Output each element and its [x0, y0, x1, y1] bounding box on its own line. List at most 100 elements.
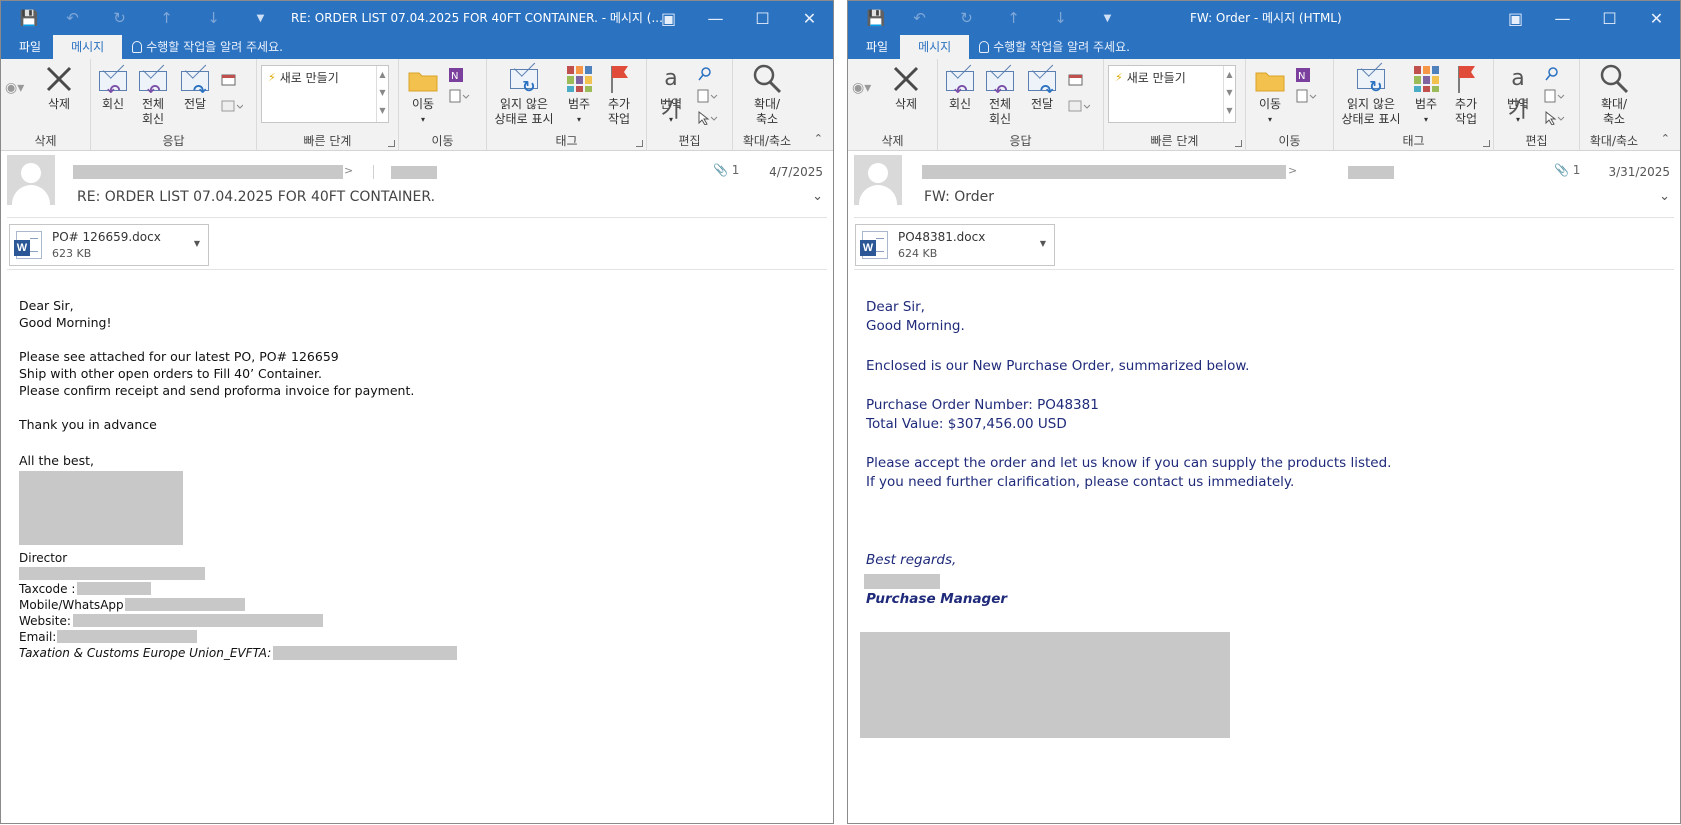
- quick-steps-gallery[interactable]: ⚡ 새로 만들기 ▲ ▼ ▼: [261, 65, 389, 123]
- onenote-icon[interactable]: N: [1296, 67, 1312, 82]
- maximize-button[interactable]: ☐: [1586, 1, 1633, 35]
- move-label: 이동: [411, 97, 435, 111]
- group-label-respond: 응답: [162, 134, 185, 148]
- related-icon[interactable]: [697, 89, 718, 103]
- attachment-item[interactable]: W PO# 126659.docx 623 KB ▼: [9, 224, 209, 266]
- collapse-ribbon-icon[interactable]: ⌃: [1661, 131, 1670, 146]
- more-respond-icon[interactable]: [221, 99, 244, 113]
- forward-icon: ↷: [179, 63, 211, 99]
- previous-item-icon[interactable]: ↑: [990, 1, 1037, 35]
- undo-icon[interactable]: ↶: [896, 1, 943, 35]
- group-label-editing: 편집: [1525, 134, 1548, 148]
- recipient-redacted: [391, 166, 437, 179]
- quick-step-new[interactable]: ⚡ 새로 만들기: [1109, 66, 1235, 89]
- translate-button[interactable]: a가 번역 ▾: [1500, 63, 1536, 127]
- save-icon[interactable]: 💾: [856, 1, 896, 35]
- actions-icon[interactable]: [449, 89, 470, 103]
- delete-button[interactable]: 삭제: [39, 63, 79, 112]
- forward-button[interactable]: ↷ 전달: [175, 63, 215, 112]
- attachment-item[interactable]: W PO48381.docx 624 KB ▼: [855, 224, 1055, 266]
- quick-steps-gallery[interactable]: ⚡ 새로 만들기 ▲ ▼ ▼: [1108, 65, 1236, 123]
- customize-qat-icon[interactable]: ▼: [237, 1, 284, 35]
- undo-icon[interactable]: ↶: [49, 1, 96, 35]
- follow-up-label-1: 추가: [607, 97, 631, 111]
- expand-header-icon[interactable]: ⌄: [1659, 189, 1670, 204]
- zoom-button[interactable]: 확대/ 축소: [745, 63, 789, 127]
- redo-icon[interactable]: ↻: [96, 1, 143, 35]
- attachment-name: PO# 126659.docx: [52, 230, 161, 244]
- attachment-count-value: 1: [1572, 163, 1581, 177]
- tell-me-box[interactable]: 수행할 작업을 알려 주세요.: [979, 35, 1130, 59]
- next-item-icon[interactable]: ↓: [1037, 1, 1084, 35]
- signature-taxcode-label: Taxcode :: [19, 582, 76, 596]
- select-icon[interactable]: [1544, 110, 1565, 126]
- tab-file[interactable]: 파일: [7, 35, 53, 59]
- reply-all-button[interactable]: ↶ 전체 회신: [980, 63, 1020, 127]
- quick-steps-launcher-icon[interactable]: [1235, 140, 1242, 147]
- expand-header-icon[interactable]: ⌄: [812, 189, 823, 204]
- more-respond-icon[interactable]: [1068, 99, 1091, 113]
- forward-button[interactable]: ↷ 전달: [1022, 63, 1062, 112]
- meeting-icon[interactable]: [1068, 73, 1084, 87]
- ribbon-display-options-icon[interactable]: ▣: [645, 1, 692, 35]
- mark-unread-icon: ↻: [508, 63, 540, 95]
- previous-item-icon[interactable]: ↑: [143, 1, 190, 35]
- maximize-button[interactable]: ☐: [739, 1, 786, 35]
- close-button[interactable]: ✕: [1633, 1, 1680, 35]
- group-label-quick-steps: 빠른 단계: [1150, 134, 1199, 148]
- select-icon[interactable]: [697, 110, 718, 126]
- reply-all-icon: ↶: [137, 63, 169, 99]
- svg-text:N: N: [451, 71, 458, 82]
- quick-steps-scroll[interactable]: ▲ ▼ ▼: [376, 66, 388, 122]
- actions-icon[interactable]: [1296, 89, 1317, 103]
- tab-file[interactable]: 파일: [854, 35, 900, 59]
- minimize-button[interactable]: —: [692, 1, 739, 35]
- onenote-icon[interactable]: N: [449, 67, 465, 82]
- group-label-zoom: 확대/축소: [742, 134, 792, 148]
- quick-step-new[interactable]: ⚡ 새로 만들기: [262, 66, 388, 89]
- redo-icon[interactable]: ↻: [943, 1, 990, 35]
- mark-unread-button[interactable]: ↻ 읽지 않은 상태로 표시: [1338, 63, 1404, 127]
- avatar: [854, 155, 902, 205]
- move-button[interactable]: 이동 ▾: [405, 63, 441, 127]
- find-icon[interactable]: [697, 67, 713, 81]
- quick-steps-scroll[interactable]: ▲ ▼ ▼: [1223, 66, 1235, 122]
- tags-launcher-icon[interactable]: [636, 140, 643, 147]
- next-item-icon[interactable]: ↓: [190, 1, 237, 35]
- tab-message[interactable]: 메시지: [900, 35, 970, 59]
- meeting-icon[interactable]: [221, 73, 237, 87]
- move-button[interactable]: 이동 ▾: [1252, 63, 1288, 127]
- attachment-dropdown-icon[interactable]: ▼: [194, 239, 200, 248]
- save-icon[interactable]: 💾: [9, 1, 49, 35]
- reply-button[interactable]: ↶ 회신: [940, 63, 980, 112]
- window-controls: ▣ — ☐ ✕: [1492, 1, 1680, 35]
- delete-button[interactable]: 삭제: [886, 63, 926, 112]
- close-button[interactable]: ✕: [786, 1, 833, 35]
- categorize-button[interactable]: 범주 ▾: [561, 63, 597, 127]
- attachment-dropdown-icon[interactable]: ▼: [1040, 239, 1046, 248]
- reply-button[interactable]: ↶ 회신: [93, 63, 133, 112]
- zoom-button[interactable]: 확대/ 축소: [1592, 63, 1636, 127]
- reply-all-button[interactable]: ↶ 전체 회신: [133, 63, 173, 127]
- ribbon-display-options-icon[interactable]: ▣: [1492, 1, 1539, 35]
- follow-up-button[interactable]: 추가 작업: [599, 63, 639, 127]
- mark-unread-icon: ↻: [1355, 63, 1387, 95]
- follow-up-button[interactable]: 추가 작업: [1446, 63, 1486, 127]
- categorize-button[interactable]: 범주 ▾: [1408, 63, 1444, 127]
- ignore-icon[interactable]: ◉▾: [5, 81, 24, 96]
- ignore-icon[interactable]: ◉▾: [852, 81, 871, 96]
- signature-block-redacted: [860, 632, 1230, 738]
- tab-message[interactable]: 메시지: [53, 35, 123, 59]
- find-icon[interactable]: [1544, 67, 1560, 81]
- mark-unread-button[interactable]: ↻ 읽지 않은 상태로 표시: [491, 63, 557, 127]
- mark-unread-label-1: 읽지 않은: [1347, 97, 1395, 111]
- quick-steps-launcher-icon[interactable]: [388, 140, 395, 147]
- related-icon[interactable]: [1544, 89, 1565, 103]
- tell-me-box[interactable]: 수행할 작업을 알려 주세요.: [132, 35, 283, 59]
- translate-button[interactable]: a가 번역 ▾: [653, 63, 689, 127]
- email-redacted: [57, 630, 197, 643]
- collapse-ribbon-icon[interactable]: ⌃: [814, 131, 823, 146]
- tags-launcher-icon[interactable]: [1483, 140, 1490, 147]
- minimize-button[interactable]: —: [1539, 1, 1586, 35]
- customize-qat-icon[interactable]: ▼: [1084, 1, 1131, 35]
